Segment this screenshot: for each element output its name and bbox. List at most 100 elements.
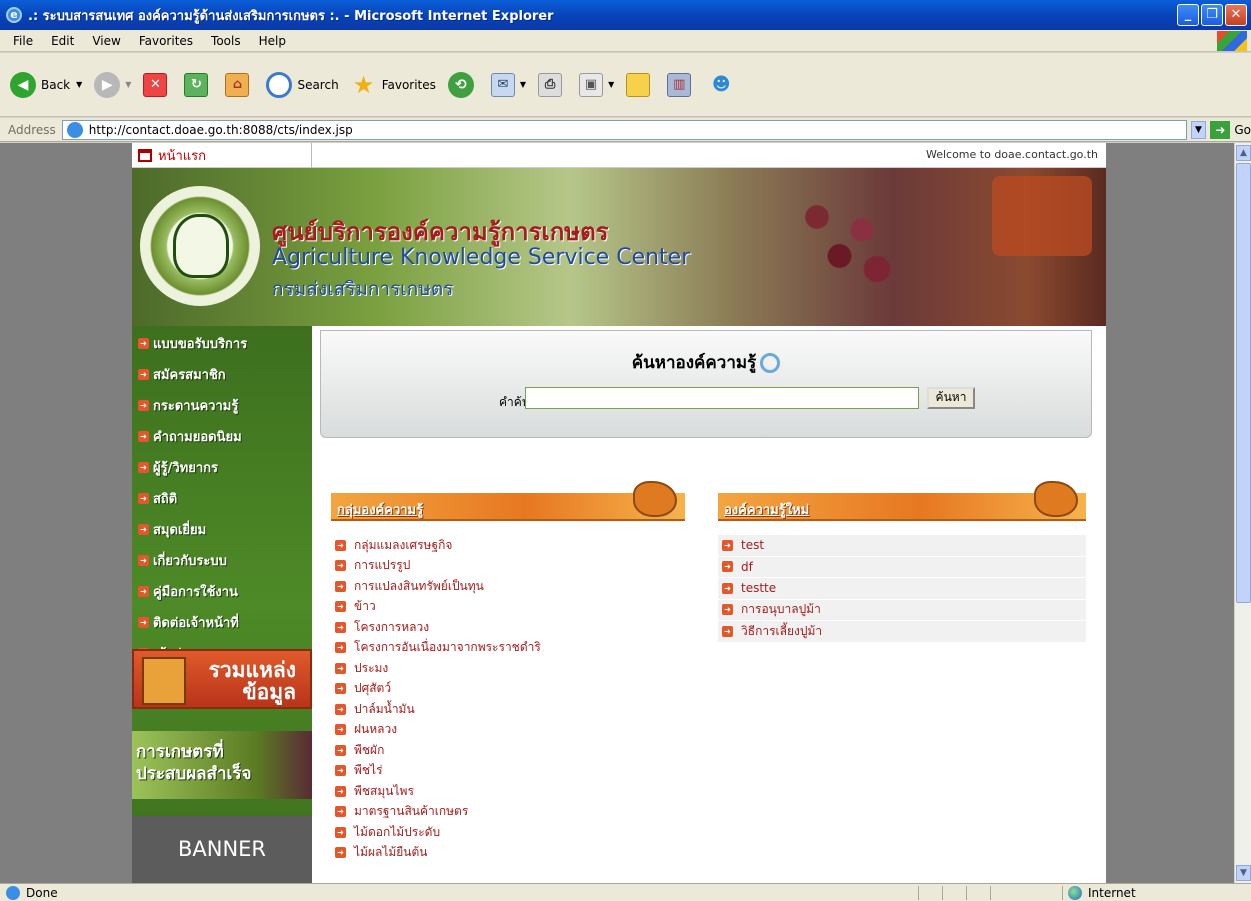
arrow-icon: ➜ (138, 462, 149, 473)
knowledge-group-link[interactable]: ➜ ข้าว (331, 597, 685, 618)
banner-placeholder[interactable]: BANNER (132, 816, 312, 883)
back-dropdown-icon[interactable]: ▼ (76, 80, 82, 89)
address-input[interactable]: http://contact.doae.go.th:8088/cts/index… (61, 119, 1187, 140)
print-button[interactable]: ⎙ (538, 72, 567, 97)
success-stories-banner-link[interactable]: การเกษตรที่ ประสบผลสำเร็จ (132, 731, 312, 799)
mail-icon: ✉ (490, 72, 515, 97)
refresh-button[interactable]: ↻ (184, 72, 213, 97)
vertical-scrollbar[interactable]: ▲ ▼ (1234, 143, 1251, 883)
menu-edit[interactable]: Edit (51, 34, 74, 48)
new-knowledge-title[interactable]: องค์ความรู้ใหม่ (724, 499, 809, 520)
knowledge-group-link[interactable]: ➜ กลุ่มแมลงเศรษฐกิจ (331, 535, 685, 556)
knowledge-group-link[interactable]: ➜ โครงการอันเนื่องมาจากพระราชดำริ (331, 638, 685, 659)
page-top-bar: หน้าแรก Welcome to doae.contact.go.th (132, 143, 1106, 168)
nav-about[interactable]: ➜ เกี่ยวกับระบบ (132, 545, 312, 576)
nav-label: คำถามยอดนิยม (153, 430, 242, 445)
knowledge-group-link[interactable]: ➜ ประมง (331, 658, 685, 679)
search-title-text: ค้นหาองค์ความรู้ (631, 353, 757, 373)
book-icon (142, 657, 186, 705)
home-icon (138, 149, 152, 162)
knowledge-group-link[interactable]: ➜ พืชสมุนไพร (331, 781, 685, 802)
search-submit-button[interactable]: ค้นหา (927, 387, 975, 409)
knowledge-group-link[interactable]: ➜ ปศุสัตว์ (331, 679, 685, 700)
arrow-icon: ➜ (335, 703, 346, 715)
new-knowledge-link[interactable]: ➜ df (718, 556, 1086, 577)
windows-flag-icon (1217, 31, 1247, 51)
mail-dropdown-icon[interactable]: ▼ (520, 80, 526, 89)
go-button[interactable]: ➜ Go (1210, 120, 1251, 139)
home-button[interactable]: ⌂ (225, 72, 254, 97)
scroll-up-icon[interactable]: ▲ (1236, 145, 1251, 161)
messenger-people-icon: ☻ (711, 74, 731, 95)
nav-label: ผู้รู้/วิทยากร (153, 461, 218, 476)
address-dropdown-icon[interactable]: ▼ (1190, 120, 1207, 139)
minimize-button[interactable]: _ (1177, 4, 1199, 26)
new-knowledge-link[interactable]: ➜ การอนุบาลปูม้า (718, 599, 1086, 620)
arrow-icon: ➜ (138, 369, 149, 380)
nav-manual[interactable]: ➜ คู่มือการใช้งาน (132, 576, 312, 607)
keyword-input[interactable] (525, 387, 919, 409)
knowledge-group-link[interactable]: ➜ ฝนหลวง (331, 720, 685, 741)
knowledge-group-link[interactable]: ➜ โครงการหลวง (331, 617, 685, 638)
nav-knowledge-board[interactable]: ➜ กระดานความรู้ (132, 390, 312, 421)
arrow-icon: ➜ (335, 724, 346, 736)
data-sources-banner-link[interactable]: รวมแหล่ง ข้อมูล (132, 649, 312, 709)
edit-button[interactable]: ▣ ▼ (579, 72, 614, 97)
knowledge-group-link[interactable]: ➜ พืชผัก (331, 740, 685, 761)
arrow-icon: ➜ (335, 560, 346, 572)
edit-dropdown-icon[interactable]: ▼ (608, 80, 614, 89)
nav-experts[interactable]: ➜ ผู้รู้/วิทยากร (132, 452, 312, 483)
magnifier-icon (760, 353, 781, 373)
forward-dropdown-icon[interactable]: ▼ (125, 80, 131, 89)
mail-button[interactable]: ✉ ▼ (490, 72, 526, 97)
scroll-down-icon[interactable]: ▼ (1236, 865, 1251, 881)
back-button[interactable]: ◀ Back ▼ (10, 71, 82, 98)
stop-button[interactable]: ✕ (143, 72, 172, 97)
knowledge-group-link[interactable]: ➜ ไม้ดอกไม้ประดับ (331, 822, 685, 843)
ie-icon: e (6, 7, 22, 23)
menu-file[interactable]: File (13, 34, 33, 48)
knowledge-group-link[interactable]: ➜ การแปรรูป (331, 556, 685, 577)
knowledge-group-link[interactable]: ➜ พืชไร่ (331, 761, 685, 782)
messenger-button[interactable]: ☻ (708, 72, 739, 98)
nav-service-request[interactable]: ➜ แบบขอรับบริการ (132, 328, 312, 359)
address-url: http://contact.doae.go.th:8088/cts/index… (88, 122, 353, 137)
nav-contact[interactable]: ➜ ติดต่อเจ้าหน้าที่ (132, 607, 312, 638)
menu-help[interactable]: Help (259, 34, 286, 48)
menu-view[interactable]: View (92, 34, 120, 48)
nav-statistics[interactable]: ➜ สถิติ (132, 483, 312, 514)
knowledge-group-link[interactable]: ➜ การแปลงสินทรัพย์เป็นทุน (331, 576, 685, 597)
home-link[interactable]: หน้าแรก (132, 143, 312, 168)
new-knowledge-header: องค์ความรู้ใหม่ (718, 481, 1086, 521)
scroll-thumb[interactable] (1236, 163, 1251, 603)
go-label: Go (1234, 122, 1251, 137)
arrow-icon: ➜ (138, 493, 149, 504)
research-button[interactable]: ▥ (667, 72, 696, 97)
new-knowledge-link[interactable]: ➜ วิธีการเลี้ยงปูม้า (718, 621, 1086, 642)
new-knowledge-link[interactable]: ➜ test (718, 535, 1086, 556)
forward-button[interactable]: ▶ ▼ (94, 71, 131, 98)
home-label: หน้าแรก (158, 149, 206, 164)
discuss-button[interactable] (626, 72, 655, 97)
knowledge-groups-list: ➜ กลุ่มแมลงเศรษฐกิจ ➜ การแปรรูป ➜ การแปลงสินท… (331, 535, 685, 863)
favorites-button[interactable]: ★ Favorites (351, 71, 436, 99)
menu-tools[interactable]: Tools (211, 34, 241, 48)
nav-guestbook[interactable]: ➜ สมุดเยี่ยม (132, 514, 312, 545)
banner-english-title: Agriculture Knowledge Service Center (272, 245, 691, 270)
knowledge-groups-title[interactable]: กลุ่มองค์ความรู้ (337, 499, 423, 520)
knowledge-group-link[interactable]: ➜ ไม้ผลไม้ยืนต้น (331, 843, 685, 864)
maximize-button[interactable]: ❐ (1201, 4, 1223, 26)
nav-faq[interactable]: ➜ คำถามยอดนิยม (132, 421, 312, 452)
knowledge-group-link[interactable]: ➜ มาตรฐานสินค้าเกษตร (331, 802, 685, 823)
nav-label: ติดต่อเจ้าหน้าที่ (153, 616, 239, 631)
arrow-icon: ➜ (335, 744, 346, 756)
menu-favorites[interactable]: Favorites (139, 34, 193, 48)
stop-icon: ✕ (143, 72, 168, 97)
nav-register[interactable]: ➜ สมัครสมาชิก (132, 359, 312, 390)
history-button[interactable]: ⟲ (447, 71, 479, 98)
search-button[interactable]: Search (266, 71, 339, 98)
knowledge-group-link[interactable]: ➜ ปาล์มน้ำมัน (331, 699, 685, 720)
close-button[interactable]: ✕ (1225, 4, 1247, 26)
new-knowledge-link[interactable]: ➜ testte (718, 578, 1086, 599)
arrow-icon: ➜ (138, 338, 149, 349)
